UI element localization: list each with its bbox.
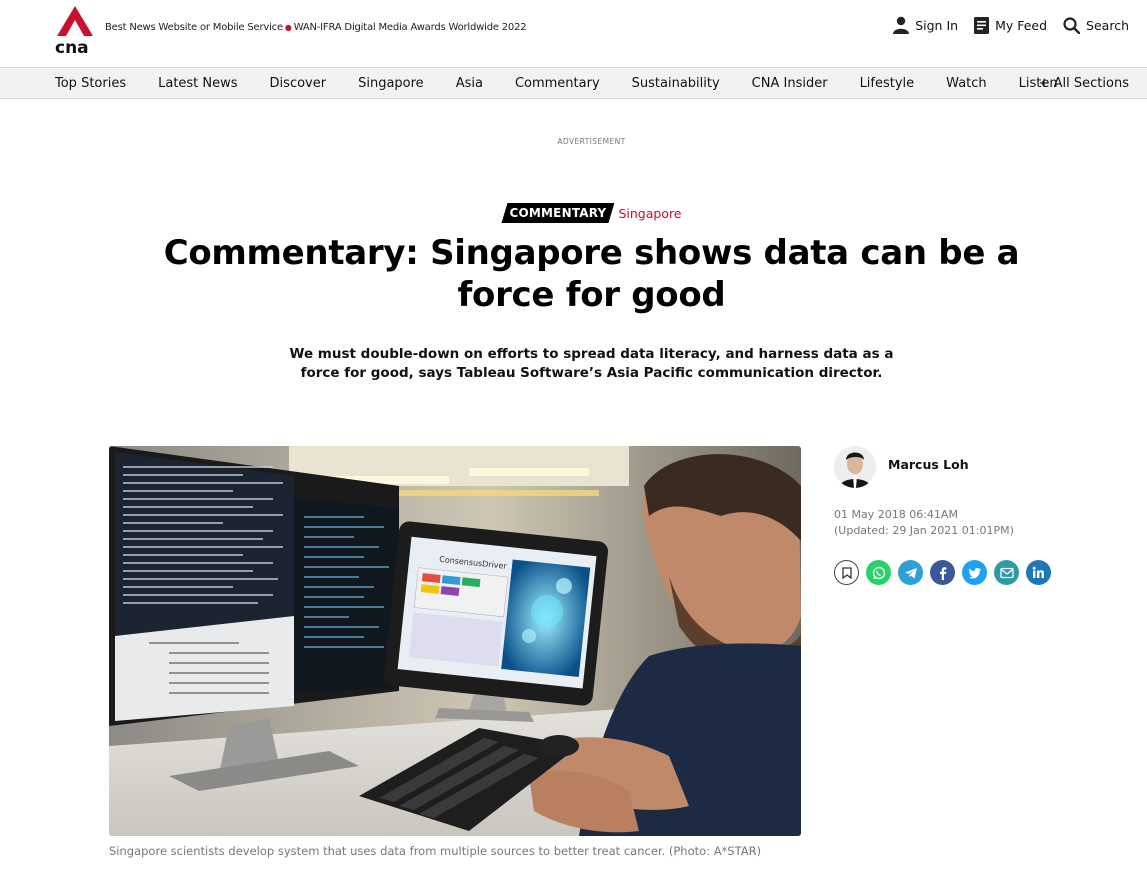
article-hero-image: ConsensusDriver	[109, 446, 801, 836]
category-row: COMMENTARY Singapore	[501, 203, 682, 223]
cna-logo[interactable]: cna	[55, 6, 95, 58]
nav-item-asia[interactable]: Asia	[456, 76, 483, 91]
share-twitter-button[interactable]	[962, 560, 987, 585]
svg-text:cna: cna	[55, 38, 89, 54]
award-banner: Best News Website or Mobile Service ● WAN-…	[105, 22, 527, 33]
award-text: Best News Website or Mobile Service	[105, 22, 283, 33]
category-badge[interactable]: COMMENTARY	[501, 203, 614, 223]
author-photo	[834, 446, 876, 488]
nav-item-lifestyle[interactable]: Lifestyle	[860, 76, 915, 91]
nav-item-latest-news[interactable]: Latest News	[158, 76, 237, 91]
whatsapp-icon	[872, 566, 885, 579]
site-header: cna Best News Website or Mobile Service ●…	[0, 0, 1147, 67]
share-telegram-button[interactable]	[898, 560, 923, 585]
telegram-icon	[904, 567, 917, 578]
nav-item-cna-insider[interactable]: CNA Insider	[752, 76, 828, 91]
main-nav: Top Stories Latest News Discover Singapo…	[0, 67, 1147, 99]
nav-list: Top Stories Latest News Discover Singapo…	[0, 68, 1147, 98]
search-button[interactable]: Search	[1063, 16, 1129, 34]
feed-icon	[974, 16, 990, 34]
share-facebook-button[interactable]	[930, 560, 955, 585]
dot-separator: ●	[284, 23, 292, 32]
article-title: Commentary: Singapore shows data can be …	[163, 233, 1020, 315]
share-bar	[834, 560, 1051, 585]
sign-in-label: Sign In	[915, 17, 959, 33]
bookmark-icon	[841, 566, 852, 579]
my-feed-button[interactable]: My Feed	[974, 16, 1048, 34]
hero-photo-illustration: ConsensusDriver	[109, 446, 801, 836]
nav-item-top-stories[interactable]: Top Stories	[55, 76, 126, 91]
search-label: Search	[1086, 17, 1129, 33]
header-actions: Sign In My Feed Search	[893, 16, 1129, 34]
subcategory-link[interactable]: Singapore	[618, 206, 681, 221]
user-icon	[893, 16, 910, 34]
published-date: 01 May 2018 06:41AM	[834, 508, 958, 521]
facebook-icon	[939, 566, 946, 580]
author-name[interactable]: Marcus Loh	[888, 457, 969, 472]
share-whatsapp-button[interactable]	[866, 560, 891, 585]
nav-item-watch[interactable]: Watch	[946, 76, 986, 91]
author-avatar[interactable]	[834, 446, 876, 488]
sign-in-button[interactable]: Sign In	[893, 16, 958, 34]
bookmark-button[interactable]	[834, 560, 859, 585]
email-icon	[999, 567, 1014, 578]
article-standfirst: We must double-down on efforts to spread…	[289, 346, 894, 381]
nav-item-singapore[interactable]: Singapore	[358, 76, 424, 91]
nav-item-all-sections[interactable]: + All Sections	[1039, 76, 1129, 91]
award-text-2: WAN-IFRA Digital Media Awards Worldwide …	[293, 22, 527, 33]
nav-item-sustainability[interactable]: Sustainability	[632, 76, 720, 91]
nav-item-discover[interactable]: Discover	[270, 76, 327, 91]
advertisement-label: ADVERTISEMENT	[557, 137, 626, 146]
share-linkedin-button[interactable]	[1026, 560, 1051, 585]
image-caption: Singapore scientists develop system that…	[109, 844, 762, 858]
linkedin-icon	[1032, 566, 1044, 578]
twitter-icon	[968, 567, 981, 578]
my-feed-label: My Feed	[995, 17, 1048, 33]
nav-item-commentary[interactable]: Commentary	[515, 76, 600, 91]
share-email-button[interactable]	[994, 560, 1019, 585]
search-icon	[1063, 16, 1081, 34]
article-category: COMMENTARY Singapore	[0, 203, 1147, 223]
cna-logo-icon: cna	[55, 6, 93, 58]
updated-date: (Updated: 29 Jan 2021 01:01PM)	[834, 524, 1014, 537]
